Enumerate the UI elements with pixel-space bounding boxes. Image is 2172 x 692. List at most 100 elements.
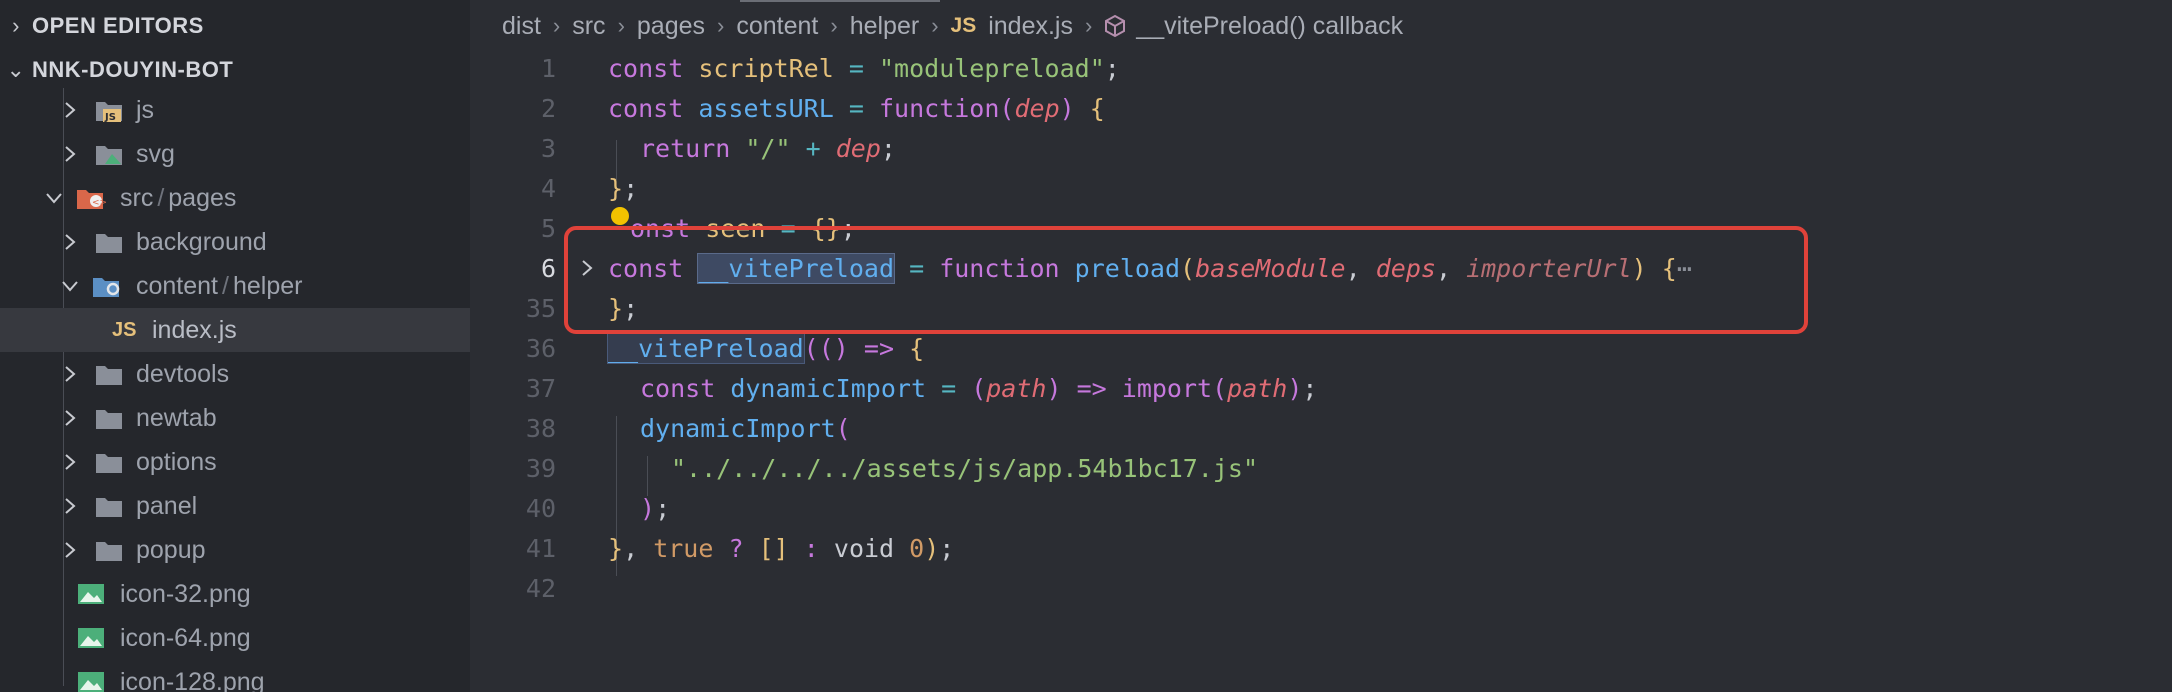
chevron-right-icon (58, 440, 82, 484)
chevron-right-icon (58, 132, 82, 176)
token: assetsURL (698, 93, 834, 123)
code-line: 39 "../../../../assets/js/app.54b1bc17.j… (470, 448, 2172, 488)
breadcrumb-helper[interactable]: helper (850, 12, 920, 41)
tree-item-options[interactable]: options (0, 440, 470, 484)
chevron-right-icon (58, 88, 82, 132)
helper-folder-icon (92, 264, 122, 308)
tree-item-newtab[interactable]: newtab (0, 396, 470, 440)
token: = (941, 373, 957, 403)
token: dynamicImport (640, 413, 836, 443)
token: ? (728, 533, 744, 563)
token: dynamicImport (730, 373, 926, 403)
chevron-down-icon (58, 264, 82, 308)
token: { (1089, 93, 1105, 123)
code-line: 40 ); (470, 488, 2172, 528)
chevron-right-icon (58, 396, 82, 440)
code-line: 38 dynamicImport( (470, 408, 2172, 448)
token: import (1121, 373, 1213, 403)
tree-item-label: src (120, 183, 154, 212)
code-line: 4 }; (470, 168, 2172, 208)
breadcrumb-dist[interactable]: dist (502, 12, 541, 41)
folder-icon (94, 484, 124, 528)
tree-item-content-helper[interactable]: content / helper (0, 264, 470, 308)
chevron-right-icon: › (830, 13, 838, 38)
code-line: 37 const dynamicImport = (path) => impor… (470, 368, 2172, 408)
line-number: 42 (525, 573, 556, 603)
token: dep (835, 133, 881, 163)
chevron-right-icon (58, 484, 82, 528)
token: scriptRel (698, 53, 834, 83)
line-number: 6 (540, 253, 556, 283)
js-file-icon: JS (112, 318, 137, 341)
line-number: 4 (540, 173, 556, 203)
tree-item-label: devtools (136, 359, 230, 388)
tree-item-label: helper (232, 271, 303, 300)
tree-item-svg[interactable]: svg (0, 132, 470, 176)
chevron-right-icon: › (717, 13, 725, 38)
tree-item-icon-32[interactable]: icon-32.png (0, 572, 470, 616)
line-number: 41 (525, 533, 556, 563)
breadcrumb-src[interactable]: src (572, 12, 605, 41)
open-editors-header[interactable]: › OPEN EDITORS (0, 6, 470, 46)
lightbulb-icon[interactable] (611, 207, 629, 225)
line-number: 1 (540, 53, 556, 83)
tree-item-background[interactable]: background (0, 220, 470, 264)
code-line: 42 (470, 568, 2172, 608)
breadcrumb-content[interactable]: content (736, 12, 818, 41)
explorer-sidebar: › OPEN EDITORS ⌄ NNK-DOUYIN-BOT JS js sv… (0, 0, 470, 692)
token: ; (1302, 373, 1318, 403)
token: ( (1212, 373, 1228, 403)
image-file-icon (76, 616, 106, 660)
chevron-right-icon: › (1084, 13, 1093, 38)
tree-item-devtools[interactable]: devtools (0, 352, 470, 396)
token: ) (1287, 373, 1303, 403)
tree-item-label: icon-128.png (120, 667, 265, 692)
token: dep (1014, 93, 1060, 123)
token: ; (880, 133, 896, 163)
tree-item-popup[interactable]: popup (0, 528, 470, 572)
code-line: 41 }, true ? [] : void 0); (470, 528, 2172, 568)
tree-item-label: content (136, 271, 219, 300)
token: return (640, 133, 731, 163)
tree-item-label: options (136, 447, 217, 476)
image-file-icon (76, 660, 106, 692)
token: path (1227, 373, 1288, 403)
token: function (878, 93, 1000, 123)
tree-item-label: pages (168, 183, 237, 212)
js-file-icon: JS (950, 14, 977, 37)
breadcrumb-symbol[interactable]: __vitePreload() callback (1136, 12, 1403, 41)
line-number: 38 (525, 413, 556, 443)
token: ; (939, 533, 955, 563)
token: ) (924, 533, 940, 563)
tree-item-icon-128[interactable]: icon-128.png (0, 660, 470, 692)
token: { (909, 333, 925, 363)
breadcrumb-pages[interactable]: pages (637, 12, 705, 41)
chevron-right-icon (58, 528, 82, 572)
token: ) (833, 333, 849, 363)
folder-icon (94, 440, 124, 484)
token: ) (1059, 93, 1075, 123)
token: 0 (909, 533, 925, 563)
line-number: 3 (540, 133, 556, 163)
token: ( (835, 413, 851, 443)
folder-icon (94, 528, 124, 572)
token: ) (640, 493, 656, 523)
tree-item-icon-64[interactable]: icon-64.png (0, 616, 470, 660)
line-number: 40 (525, 493, 556, 523)
chevron-down-icon (42, 176, 66, 220)
line-number: 39 (525, 453, 556, 483)
project-header[interactable]: ⌄ NNK-DOUYIN-BOT (0, 50, 470, 90)
breadcrumb: dist › src › pages › content › helper › … (502, 0, 1403, 52)
token: "modulepreload" (878, 53, 1105, 83)
code-editor[interactable]: dist › src › pages › content › helper › … (470, 0, 2172, 692)
tree-item-js[interactable]: JS js (0, 88, 470, 132)
tree-item-index-js[interactable]: JS index.js (0, 308, 470, 352)
symbol-method-icon (1104, 14, 1126, 38)
open-editors-label: OPEN EDITORS (32, 13, 204, 38)
breadcrumb-file[interactable]: index.js (988, 12, 1073, 41)
tree-item-src-pages[interactable]: <> src / pages (0, 176, 470, 220)
project-label: NNK-DOUYIN-BOT (32, 57, 234, 82)
tree-item-panel[interactable]: panel (0, 484, 470, 528)
token: const (608, 53, 684, 83)
chevron-right-icon: › (617, 13, 625, 38)
